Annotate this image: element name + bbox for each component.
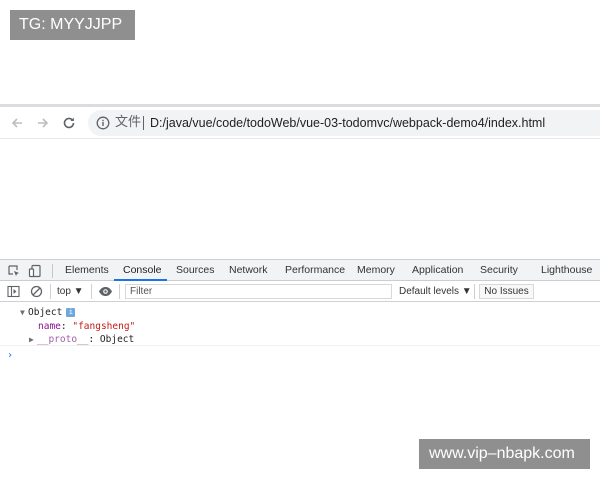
- sidebar-toggle-icon[interactable]: [7, 285, 20, 298]
- proto-value: : Object: [88, 334, 135, 345]
- object-row[interactable]: ▼ Object i: [20, 307, 76, 319]
- property-row: name: "fangsheng": [38, 321, 135, 333]
- tab-application[interactable]: Application: [412, 260, 463, 281]
- console-bar-separator: [91, 284, 92, 299]
- back-button[interactable]: [7, 113, 27, 133]
- tab-lighthouse[interactable]: Lighthouse: [541, 260, 592, 281]
- filter-input[interactable]: [125, 284, 392, 299]
- log-levels-select[interactable]: Default levels ▼: [399, 281, 472, 302]
- property-colon: :: [60, 321, 73, 332]
- browser-toolbar: 文件 D:/java/vue/code/todoWeb/vue-03-todom…: [0, 107, 600, 139]
- console-bar-separator: [474, 284, 475, 299]
- scheme-label: 文件: [115, 115, 142, 130]
- tab-divider: [52, 264, 53, 278]
- forward-button[interactable]: [33, 113, 53, 133]
- object-label: Object: [28, 307, 63, 318]
- tab-elements[interactable]: Elements: [65, 260, 109, 281]
- expand-right-icon[interactable]: ▶: [29, 334, 37, 346]
- watermark-site: www.vip–nbapk.com: [419, 439, 590, 469]
- arrow-left-icon: [11, 118, 22, 128]
- log-entry: ▼ Object i name: "fangsheng" ▶ __proto__: O…: [0, 302, 600, 346]
- expand-down-icon[interactable]: ▼: [20, 307, 28, 319]
- property-key: name: [38, 321, 61, 332]
- devtools-tab-bar: Elements Console Sources Network Perform…: [0, 259, 600, 281]
- url-text[interactable]: D:/java/vue/code/todoWeb/vue-03-todomvc/…: [150, 110, 545, 136]
- device-toolbar-icon[interactable]: [28, 264, 42, 278]
- info-circle-icon[interactable]: [96, 116, 110, 130]
- tab-console[interactable]: Console: [123, 260, 162, 281]
- reload-button[interactable]: [59, 113, 79, 133]
- tab-security[interactable]: Security: [480, 260, 518, 281]
- console-bar-separator: [119, 284, 120, 299]
- context-select[interactable]: top ▼: [57, 281, 84, 302]
- address-bar[interactable]: 文件 D:/java/vue/code/todoWeb/vue-03-todom…: [88, 110, 600, 136]
- tab-performance[interactable]: Performance: [285, 260, 345, 281]
- console-bar-separator: [50, 284, 51, 299]
- console-prompt-icon[interactable]: ›: [7, 350, 13, 361]
- inspect-element-icon[interactable]: [7, 264, 21, 278]
- tab-memory[interactable]: Memory: [357, 260, 395, 281]
- proto-row[interactable]: ▶ __proto__: Object: [29, 334, 134, 346]
- tab-sources[interactable]: Sources: [176, 260, 215, 281]
- arrow-right-icon: [38, 118, 49, 128]
- info-badge-icon[interactable]: i: [66, 308, 76, 317]
- issues-button[interactable]: No Issues: [479, 284, 534, 299]
- clear-console-icon[interactable]: [30, 285, 43, 298]
- watermark-tag: TG: MYYJJPP: [10, 10, 135, 40]
- console-toolbar: top ▼ Default levels ▼ No Issues: [0, 281, 600, 302]
- tab-network[interactable]: Network: [229, 260, 268, 281]
- eye-icon[interactable]: [98, 285, 113, 298]
- proto-key: __proto__: [37, 334, 89, 345]
- reload-icon: [63, 117, 75, 129]
- address-separator: [143, 116, 144, 130]
- property-value: "fangsheng": [72, 321, 136, 332]
